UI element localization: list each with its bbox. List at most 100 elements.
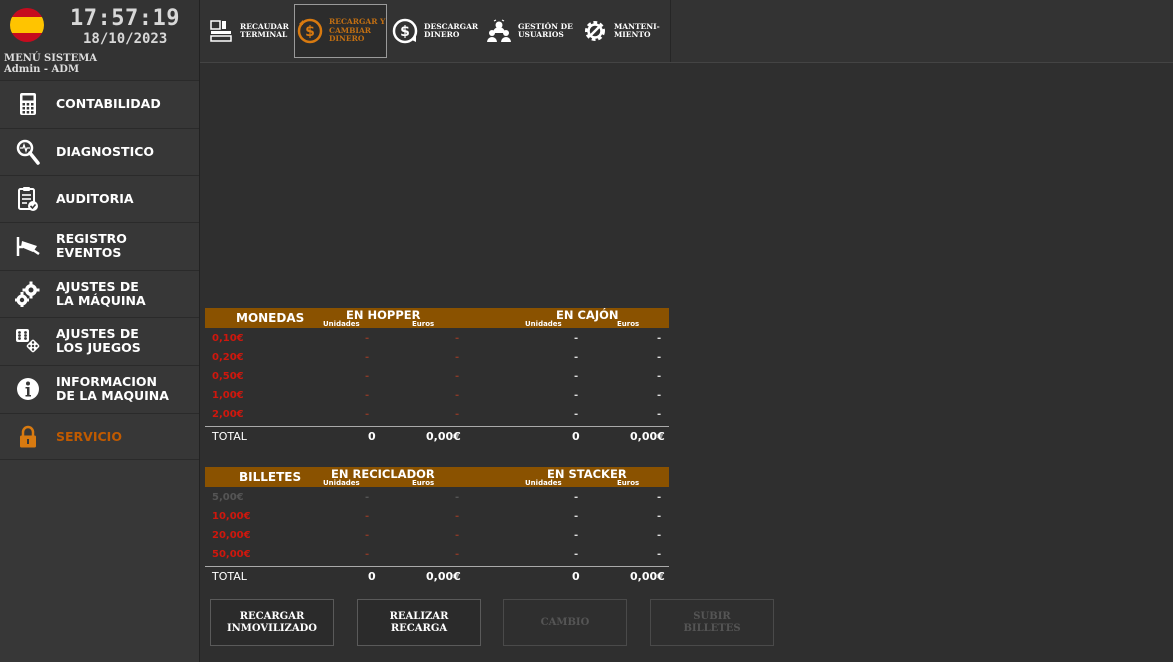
stacker-euros: -	[657, 549, 662, 560]
sidebar-item-contabilidad[interactable]: CONTABILIDAD	[0, 80, 199, 127]
cajon-euros: -	[657, 333, 662, 344]
clock-time: 17:57:19	[70, 6, 180, 31]
table-row: 10,00€ - - - -	[205, 507, 669, 526]
denomination-label: 10,00€	[212, 511, 251, 522]
denomination-label: 5,00€	[212, 492, 244, 503]
stacker-euros: -	[657, 492, 662, 503]
sidebar: 17:57:19 18/10/2023 MENÚ SISTEMA Admin -…	[0, 0, 200, 662]
sidebar-item-label: AJUSTES DE LOS JUEGOS	[56, 326, 141, 355]
stacker-euros: -	[657, 511, 662, 522]
sidebar-item-ajustes-maquina[interactable]: AJUSTES DE LA MÁQUINA	[0, 270, 199, 317]
billetes-table-header: BILLETES EN RECICLADOR Unidades Euros EN…	[205, 467, 669, 487]
cajon-units: -	[574, 333, 579, 344]
total-reciclador-units: 0	[368, 570, 376, 583]
toolbar-label: GESTIÓN DE USUARIOS	[518, 21, 573, 39]
table-row: 50,00€ - - - -	[205, 545, 669, 564]
denomination-label: 2,00€	[212, 409, 244, 420]
denomination-label: 0,50€	[212, 371, 244, 382]
lock-icon	[0, 425, 56, 449]
hopper-units: -	[365, 333, 370, 344]
recargar-cambiar-dinero-button[interactable]: $ RECARGAR Y CAMBIAR DINERO	[294, 4, 387, 58]
spain-flag-icon	[10, 8, 44, 42]
total-cajon-units: 0	[572, 430, 580, 443]
toolbar-divider	[670, 0, 671, 62]
stacker-euros: -	[657, 530, 662, 541]
gear-wrench-icon	[580, 18, 610, 44]
denomination-label: 50,00€	[212, 549, 251, 560]
magnifier-icon	[0, 139, 56, 165]
sidebar-item-diagnostico[interactable]: DIAGNOSTICO	[0, 128, 199, 175]
total-hopper-euros: 0,00€	[426, 430, 461, 443]
reciclador-euros: -	[455, 492, 460, 503]
stacker-units-header: Unidades	[525, 479, 562, 487]
coin-download-icon: $	[390, 18, 420, 44]
cajon-units: -	[574, 352, 579, 363]
sidebar-item-registro-eventos[interactable]: REGISTRO EVENTOS	[0, 222, 199, 269]
camera-icon	[0, 235, 56, 257]
cajon-units: -	[574, 390, 579, 401]
denomination-label: 0,10€	[212, 333, 244, 344]
toolbar-label: RECAUDAR TERMINAL	[240, 21, 289, 39]
total-stacker-units: 0	[572, 570, 580, 583]
toolbar-label: RECARGAR Y CAMBIAR DINERO	[329, 17, 386, 44]
cambio-button[interactable]: CAMBIO	[503, 599, 627, 646]
hopper-euros: -	[455, 390, 460, 401]
cajon-euros: -	[657, 352, 662, 363]
subir-billetes-button[interactable]: SUBIR BILLETES	[650, 599, 774, 646]
dice-icon	[0, 328, 56, 354]
monedas-title: MONEDAS	[236, 311, 305, 325]
realizar-recarga-button[interactable]: REALIZAR RECARGA	[357, 599, 481, 646]
sidebar-item-label: AUDITORIA	[56, 191, 134, 206]
reciclador-units: -	[365, 511, 370, 522]
reciclador-euros: -	[455, 511, 460, 522]
stacker-units: -	[574, 530, 579, 541]
hopper-units-header: Unidades	[323, 320, 360, 328]
total-divider	[205, 426, 669, 427]
sidebar-item-auditoria[interactable]: AUDITORIA	[0, 175, 199, 222]
billetes-total-row: TOTAL 0 0,00€ 0 0,00€	[205, 568, 669, 586]
recaudar-terminal-button[interactable]: RECAUDAR TERMINAL	[206, 4, 294, 58]
mantenimiento-button[interactable]: MANTENI- MIENTO	[580, 4, 670, 58]
table-row: 5,00€ - - - -	[205, 488, 669, 507]
monedas-total-row: TOTAL 0 0,00€ 0 0,00€	[205, 428, 669, 446]
toolbar-label: MANTENI- MIENTO	[614, 21, 660, 39]
reciclador-euros: -	[455, 549, 460, 560]
cajon-units: -	[574, 409, 579, 420]
hopper-euros-header: Euros	[412, 320, 435, 328]
table-row: 0,10€ - - - -	[205, 329, 669, 348]
gears-icon	[0, 281, 56, 307]
total-divider	[205, 566, 669, 567]
cajon-euros: -	[657, 371, 662, 382]
svg-text:$: $	[305, 24, 315, 40]
sidebar-item-label: SERVICIO	[56, 428, 122, 444]
descargar-dinero-button[interactable]: $ DESCARGAR DINERO	[390, 4, 480, 58]
cajon-euros: -	[657, 409, 662, 420]
sidebar-item-label: AJUSTES DE LA MÁQUINA	[56, 279, 146, 308]
current-user: Admin - ADM	[4, 64, 80, 75]
cajon-euros-header: Euros	[617, 320, 640, 328]
sidebar-item-label: REGISTRO EVENTOS	[56, 231, 127, 260]
total-cajon-euros: 0,00€	[630, 430, 665, 443]
total-stacker-euros: 0,00€	[630, 570, 665, 583]
clock-date: 18/10/2023	[83, 31, 168, 47]
coin-refresh-icon: $	[295, 18, 325, 44]
table-row: 20,00€ - - - -	[205, 526, 669, 545]
sidebar-item-ajustes-juegos[interactable]: AJUSTES DE LOS JUEGOS	[0, 317, 199, 364]
sidebar-item-informacion[interactable]: INFORMACION DE LA MAQUINA	[0, 365, 199, 412]
table-row: 0,20€ - - - -	[205, 348, 669, 367]
recargar-inmovilizado-button[interactable]: RECARGAR INMOVILIZADO	[210, 599, 334, 646]
clipboard-icon	[0, 186, 56, 212]
stacker-units: -	[574, 492, 579, 503]
reciclador-units: -	[365, 530, 370, 541]
reciclador-units-header: Unidades	[323, 479, 360, 487]
cajon-euros: -	[657, 390, 662, 401]
hopper-units: -	[365, 352, 370, 363]
hopper-units: -	[365, 390, 370, 401]
hopper-euros: -	[455, 371, 460, 382]
hopper-euros: -	[455, 352, 460, 363]
stacker-units: -	[574, 549, 579, 560]
sidebar-item-servicio[interactable]: SERVICIO	[0, 413, 199, 460]
gestion-usuarios-button[interactable]: GESTIÓN DE USUARIOS	[484, 4, 576, 58]
total-label: TOTAL	[212, 570, 247, 583]
sidebar-item-label: DIAGNOSTICO	[56, 144, 155, 159]
